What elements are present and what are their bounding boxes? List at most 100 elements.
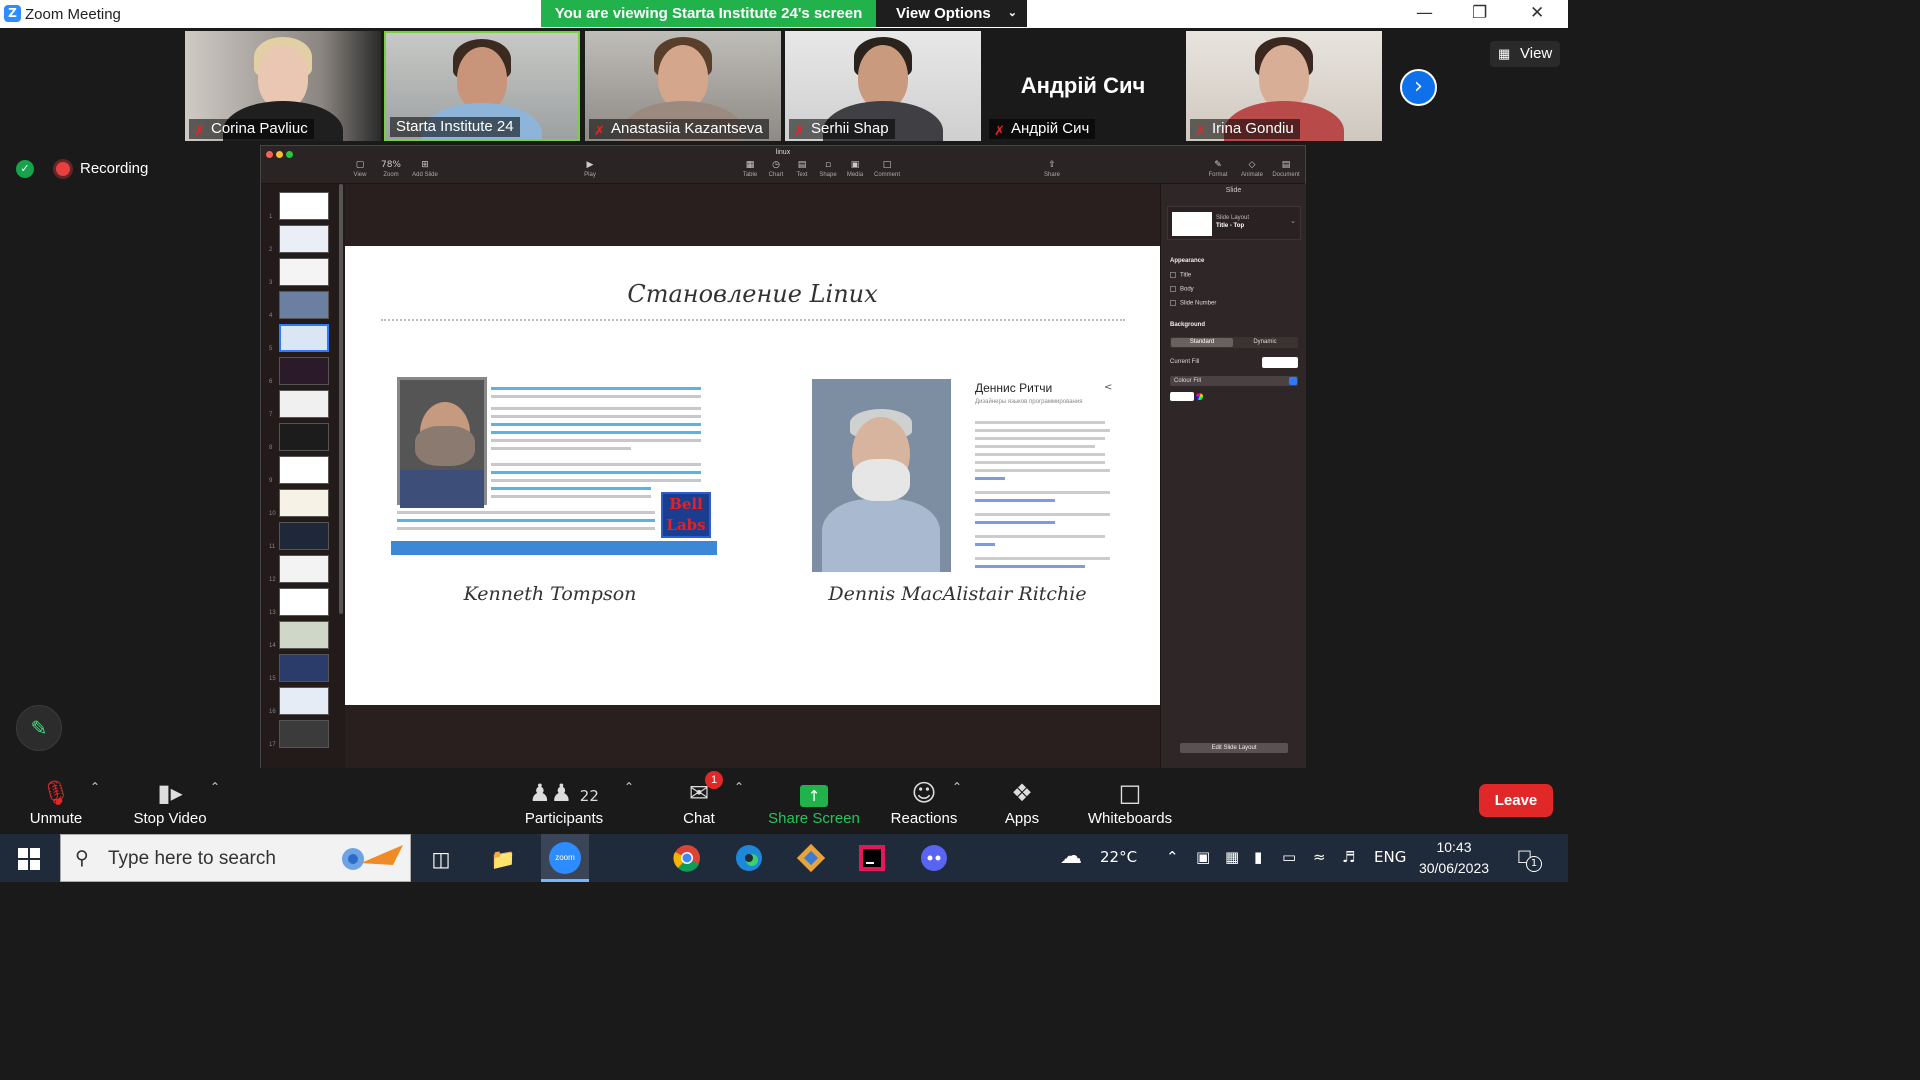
share-icon: ⇧: [1048, 160, 1056, 170]
view-button[interactable]: ▦ View: [1490, 41, 1560, 67]
participant-name: ✗ Irina Gondiu: [1190, 119, 1300, 139]
slide-thumbnail[interactable]: [279, 390, 329, 418]
participant-tile-active-speaker[interactable]: Starta Institute 24: [384, 31, 580, 141]
slide-thumbnail[interactable]: [279, 720, 329, 748]
dennis-card-heading: Деннис Ритчи: [975, 381, 1053, 395]
video-options-caret-icon[interactable]: ⌃: [210, 780, 220, 794]
audio-options-caret-icon[interactable]: ⌃: [90, 780, 100, 794]
slide-thumbnail[interactable]: [279, 423, 329, 451]
participant-tile[interactable]: ✗ Corina Pavliuc: [185, 31, 381, 141]
slide-thumbnail[interactable]: [279, 192, 329, 220]
screen-share-tray-icon[interactable]: ▦: [1225, 848, 1239, 866]
caption-dennis: Dennis MacAlistair Ritchie: [828, 583, 1087, 605]
task-view-icon[interactable]: ◫: [426, 844, 456, 874]
slide-thumbnail[interactable]: [279, 588, 329, 616]
taskbar-search-box[interactable]: ⚲ Type here to search: [60, 834, 411, 882]
people-icon: ♟♟: [529, 779, 573, 807]
option-title: Title: [1170, 272, 1191, 279]
meet-now-icon[interactable]: ▣: [1196, 848, 1210, 866]
slide-number: 1: [269, 214, 273, 220]
search-icon: ⚲: [75, 847, 89, 869]
segment-standard: Standard: [1171, 338, 1233, 347]
reactions-caret-icon[interactable]: ⌃: [952, 780, 962, 794]
chat-caret-icon[interactable]: ⌃: [734, 780, 744, 794]
unmute-button[interactable]: 🎙 Unmute: [22, 776, 90, 827]
close-icon[interactable]: ✕: [1530, 3, 1544, 23]
apps-button[interactable]: ❖ Apps: [996, 776, 1048, 827]
mic-off-icon: 🎙: [40, 779, 72, 807]
participants-button[interactable]: ♟♟ 22 Participants: [522, 776, 606, 827]
language-indicator[interactable]: ENG: [1374, 848, 1406, 866]
participant-tile[interactable]: ✗ Serhii Shap: [785, 31, 981, 141]
window-title: Zoom Meeting: [25, 6, 121, 23]
slide-thumbnail[interactable]: [279, 654, 329, 682]
notification-count: 1: [1526, 856, 1542, 872]
slide-thumbnail[interactable]: [279, 324, 329, 352]
slide-thumbnail[interactable]: [279, 489, 329, 517]
microphone-tray-icon[interactable]: ▮: [1254, 848, 1262, 866]
volume-icon[interactable]: ♬: [1342, 848, 1355, 866]
slide-number: 2: [269, 247, 273, 253]
weather-cloud-icon[interactable]: ☁: [1060, 844, 1082, 869]
clock-date: 30/06/2023: [1418, 860, 1490, 876]
zoom-taskbar-app[interactable]: zoom: [541, 834, 589, 882]
leave-button[interactable]: Leave: [1479, 784, 1553, 817]
intellij-icon[interactable]: [857, 844, 887, 874]
file-explorer-icon[interactable]: 📁: [488, 844, 518, 874]
participant-name: ✗ Anastasiia Kazantseva: [589, 119, 769, 139]
minimize-icon[interactable]: —: [1416, 3, 1433, 23]
slide-thumbnail[interactable]: [279, 291, 329, 319]
current-fill-label: Current Fill: [1170, 359, 1200, 365]
participant-tile[interactable]: ✗ Irina Gondiu: [1186, 31, 1382, 141]
participant-name: ✗ Андрій Сич: [989, 119, 1096, 139]
participant-tile[interactable]: ✗ Anastasiia Kazantseva: [585, 31, 781, 141]
shield-icon[interactable]: ✓: [16, 160, 34, 178]
title-bar: Z Zoom Meeting You are viewing Starta In…: [0, 0, 1568, 28]
chrome-icon[interactable]: [672, 844, 702, 874]
mic-muted-icon: ✗: [194, 124, 205, 139]
slide-thumbnail[interactable]: [279, 225, 329, 253]
slide-number: 12: [269, 577, 276, 583]
share-screen-button[interactable]: ↑ Share Screen: [766, 776, 862, 827]
record-dot-icon: [56, 162, 70, 176]
keynote-add-slide-tool: ⊞ Add Slide: [407, 160, 443, 178]
participant-name: ✗ Corina Pavliuc: [189, 119, 314, 139]
brush-icon: ✎: [1214, 160, 1222, 170]
chat-unread-badge: 1: [705, 771, 723, 789]
windows-start-icon[interactable]: [18, 848, 40, 870]
slide-thumbnail[interactable]: [279, 258, 329, 286]
play-icon: ▶: [586, 160, 594, 170]
reactions-button[interactable]: ☺ Reactions: [886, 776, 962, 827]
title-divider: [381, 319, 1125, 321]
wifi-icon[interactable]: ≈: [1313, 848, 1326, 866]
battery-icon[interactable]: ▭: [1282, 848, 1296, 866]
slide-thumbnail[interactable]: [279, 687, 329, 715]
app-tools-icon[interactable]: [796, 843, 826, 874]
option-slide-number: Slide Number: [1170, 300, 1216, 307]
annotate-pencil-icon[interactable]: ✎: [16, 705, 62, 751]
participant-tile[interactable]: Андрій Сич ✗ Андрій Сич: [985, 31, 1181, 141]
restore-icon[interactable]: ❐: [1472, 3, 1487, 23]
image-bottom-bar: [391, 541, 717, 555]
participants-caret-icon[interactable]: ⌃: [624, 780, 634, 794]
next-participants-button[interactable]: ›: [1400, 69, 1437, 106]
slide-thumbnail[interactable]: [279, 456, 329, 484]
format-inspector: Slide Slide Layout Title - Top ⌄ Appeara…: [1160, 184, 1306, 769]
tray-chevron-up-icon[interactable]: ⌃: [1166, 848, 1179, 866]
slide-number: 4: [269, 313, 273, 319]
slide-thumbnail[interactable]: [279, 357, 329, 385]
slide-thumbnail[interactable]: [279, 522, 329, 550]
stop-video-button[interactable]: ▮▸ Stop Video: [128, 776, 212, 827]
view-options-label: View Options: [896, 5, 991, 22]
slide-thumbnail[interactable]: [279, 621, 329, 649]
taskbar-clock[interactable]: 10:43 30/06/2023: [1414, 837, 1494, 879]
slide-number: 10: [269, 511, 276, 517]
discord-icon[interactable]: [919, 844, 949, 874]
view-options-button[interactable]: View Options ⌄: [876, 0, 1027, 27]
slide-thumbnail[interactable]: [279, 555, 329, 583]
edit-slide-layout-button: Edit Slide Layout: [1180, 743, 1288, 753]
keynote-comment-tool: □ Comment: [869, 160, 905, 178]
edge-icon[interactable]: [734, 844, 764, 874]
whiteboards-button[interactable]: □ Whiteboards: [1082, 776, 1178, 827]
notifications-icon[interactable]: □ 1: [1517, 846, 1542, 872]
